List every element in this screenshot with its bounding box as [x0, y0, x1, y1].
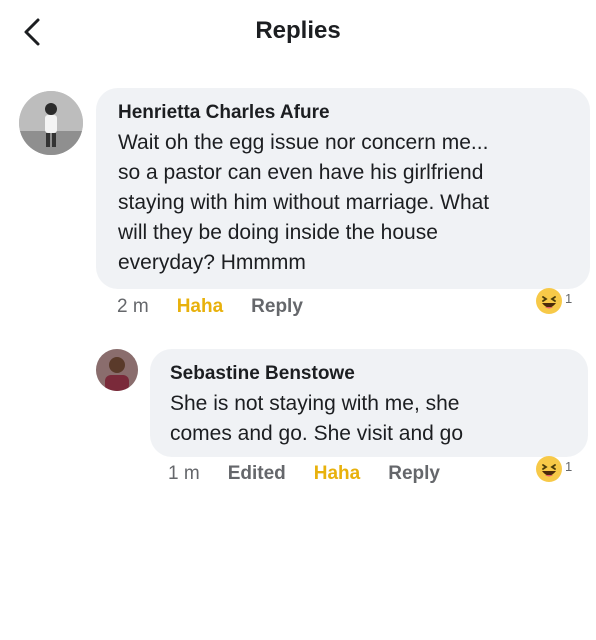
comment-bubble: Sebastine Benstowe She is not staying wi…: [150, 349, 588, 457]
top-bar: Replies: [0, 0, 596, 64]
comment-text: She is not staying with me, she comes an…: [170, 392, 464, 445]
reaction-summary[interactable]: 1: [535, 454, 572, 484]
person-photo-icon: [96, 349, 138, 391]
comment-author[interactable]: Sebastine Benstowe: [170, 362, 568, 386]
edited-label: Edited: [227, 463, 286, 484]
reaction-count: 1: [565, 290, 573, 306]
page-title: Replies: [255, 17, 341, 44]
person-photo-icon: [19, 91, 83, 155]
comment-actions: 2 m Haha Reply: [117, 296, 303, 318]
haha-button[interactable]: Haha: [314, 463, 360, 485]
comment-time: 2 m: [117, 296, 149, 317]
comment-author[interactable]: Henrietta Charles Afure: [118, 101, 568, 125]
avatar[interactable]: [19, 91, 83, 155]
avatar[interactable]: [96, 349, 138, 391]
comment-text: Wait oh the egg issue nor concern me... …: [118, 131, 490, 274]
comment-actions: 1 m Edited Haha Reply: [168, 463, 440, 485]
haha-button[interactable]: Haha: [177, 296, 223, 318]
reaction-summary[interactable]: 1: [535, 286, 572, 316]
laughing-emoji-icon: [536, 456, 562, 482]
laughing-emoji-icon: [536, 288, 562, 314]
comment-time: 1 m: [168, 463, 200, 484]
reply-button[interactable]: Reply: [388, 463, 440, 485]
reply-button[interactable]: Reply: [251, 296, 303, 318]
comment-bubble: Henrietta Charles Afure Wait oh the egg …: [96, 88, 590, 289]
reaction-count: 1: [565, 458, 573, 474]
